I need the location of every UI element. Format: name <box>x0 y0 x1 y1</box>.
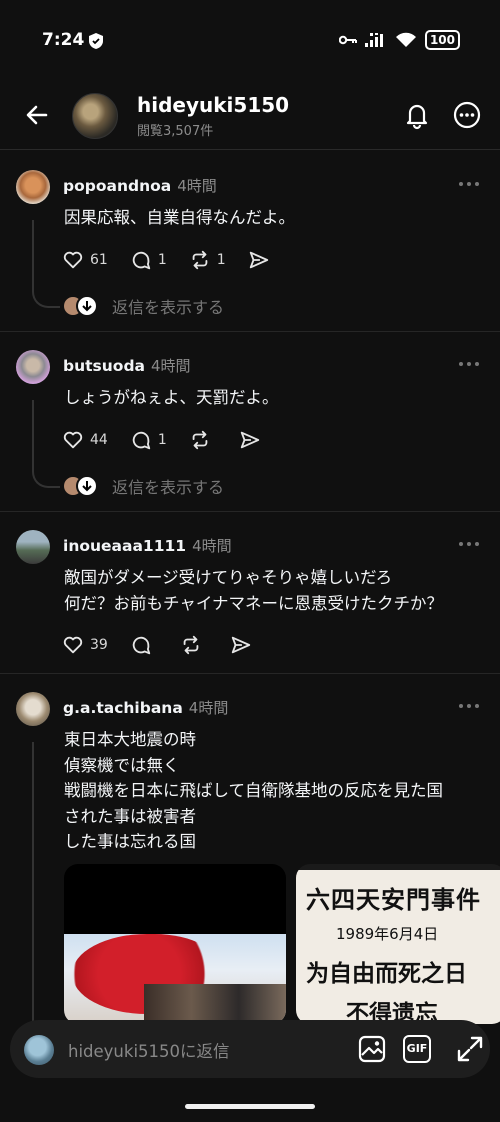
post-more-icon[interactable] <box>458 539 480 549</box>
avatar[interactable] <box>16 170 50 204</box>
post-image-flag[interactable] <box>64 864 286 1024</box>
header-avatar[interactable] <box>72 93 118 139</box>
post-actions: 61 1 1 <box>62 249 298 271</box>
reply-down-icon <box>76 295 98 317</box>
status-time: 7:24 <box>42 30 85 50</box>
signal-icon <box>364 33 383 47</box>
post-username[interactable]: popoandnoa 4時間 <box>63 175 217 196</box>
post-time: 4時間 <box>188 699 229 717</box>
reply-post: inoueaaa1111 4時間 敵国がダメージ受けてりゃそりゃ嬉しいだろ 何だ？… <box>0 512 500 674</box>
reply-down-icon <box>76 475 98 497</box>
status-icons: 100 <box>338 30 460 50</box>
post-more-icon[interactable] <box>458 359 480 369</box>
post-time: 4時間 <box>177 177 217 195</box>
comment-button[interactable]: 1 <box>130 429 167 451</box>
post-more-icon[interactable] <box>458 179 480 189</box>
reply-composer: hideyuki5150に返信 GIF <box>10 1020 490 1078</box>
post-image-poster[interactable]: 六四天安門事件 1989年6月4日 为自由而死之日 不得遗忘 <box>296 864 500 1024</box>
crowd <box>144 984 286 1024</box>
heart-icon <box>63 431 83 449</box>
like-button[interactable]: 39 <box>62 634 108 656</box>
heart-icon <box>63 251 83 269</box>
post-text: しょうがねぇよ、天罰だよ。 <box>64 388 279 407</box>
heart-icon <box>63 636 83 654</box>
status-bar: 7:24 100 <box>0 0 500 80</box>
thread-line <box>32 742 34 1022</box>
page-title[interactable]: hideyuki5150 <box>137 93 289 117</box>
thread-header: hideyuki5150 閲覧3,507件 <box>0 80 500 150</box>
repost-icon <box>192 250 208 270</box>
post-actions: 39 <box>62 634 280 656</box>
post-text: 敵国がダメージ受けてりゃそりゃ嬉しいだろ 何だ？お前もチャイナマネーに恩恵受けた… <box>64 568 444 613</box>
post-actions: 44 1 <box>62 429 289 451</box>
key-icon <box>338 35 357 45</box>
post-text: 東日本大地震の時 偵察機では無く 戦闘機を日本に飛ばして自衛隊基地の反応を見た国… <box>64 730 444 851</box>
comment-icon <box>132 431 150 450</box>
avatar[interactable] <box>16 530 50 564</box>
thread-line <box>32 400 34 464</box>
wifi-icon <box>395 32 416 47</box>
comment-icon <box>132 251 150 270</box>
repost-icon <box>183 635 199 655</box>
like-button[interactable]: 44 <box>62 429 108 451</box>
post-username[interactable]: g.a.tachibana 4時間 <box>63 697 228 718</box>
bell-icon[interactable] <box>402 100 432 130</box>
expand-icon[interactable] <box>456 1035 484 1063</box>
image-icon[interactable] <box>358 1035 386 1063</box>
show-replies[interactable]: 返信を表示する <box>62 474 224 498</box>
repost-button[interactable] <box>180 634 208 656</box>
share-icon <box>249 251 268 269</box>
post-username[interactable]: inoueaaa1111 4時間 <box>63 535 232 556</box>
poster-line: 1989年6月4日 <box>336 925 439 943</box>
battery-indicator: 100 <box>424 30 460 50</box>
comment-button[interactable]: 1 <box>130 249 167 271</box>
post-more-icon[interactable] <box>458 701 480 711</box>
post-time: 4時間 <box>192 537 232 555</box>
avatar[interactable] <box>16 692 50 726</box>
share-icon <box>240 431 259 449</box>
reply-post: popoandnoa 4時間 因果応報、自業自得なんだよ。 61 1 1 返信を表… <box>0 152 500 332</box>
thread-line <box>32 460 60 488</box>
home-indicator[interactable] <box>185 1104 315 1109</box>
share-icon <box>231 636 250 654</box>
poster: 六四天安門事件 1989年6月4日 为自由而死之日 不得遗忘 <box>296 870 500 1024</box>
back-arrow-icon[interactable] <box>22 100 52 130</box>
poster-line: 为自由而死之日 <box>306 961 467 987</box>
post-username[interactable]: butsuoda 4時間 <box>63 355 191 376</box>
avatar <box>24 1035 54 1065</box>
poster-line: 六四天安門事件 <box>306 886 481 914</box>
reply-post: butsuoda 4時間 しょうがねぇよ、天罰だよ。 44 1 返信を表示する <box>0 332 500 512</box>
reply-input[interactable]: hideyuki5150に返信 <box>68 1038 230 1062</box>
repost-button[interactable] <box>189 429 217 451</box>
shield-icon <box>89 33 103 49</box>
repost-button[interactable]: 1 <box>189 249 226 271</box>
show-replies[interactable]: 返信を表示する <box>62 294 224 318</box>
post-text: 因果応報、自業自得なんだよ。 <box>64 208 295 227</box>
gif-icon[interactable]: GIF <box>403 1035 431 1063</box>
repost-icon <box>192 430 208 450</box>
share-button[interactable] <box>248 249 276 271</box>
post-time: 4時間 <box>151 357 191 375</box>
thread-line <box>32 220 34 284</box>
share-button[interactable] <box>230 634 258 656</box>
comment-icon <box>132 636 150 655</box>
comment-button[interactable] <box>130 634 158 656</box>
share-button[interactable] <box>239 429 267 451</box>
more-icon[interactable] <box>452 100 482 130</box>
avatar[interactable] <box>16 350 50 384</box>
thread-line <box>32 280 60 308</box>
like-button[interactable]: 61 <box>62 249 108 271</box>
view-count: 閲覧3,507件 <box>137 124 214 139</box>
